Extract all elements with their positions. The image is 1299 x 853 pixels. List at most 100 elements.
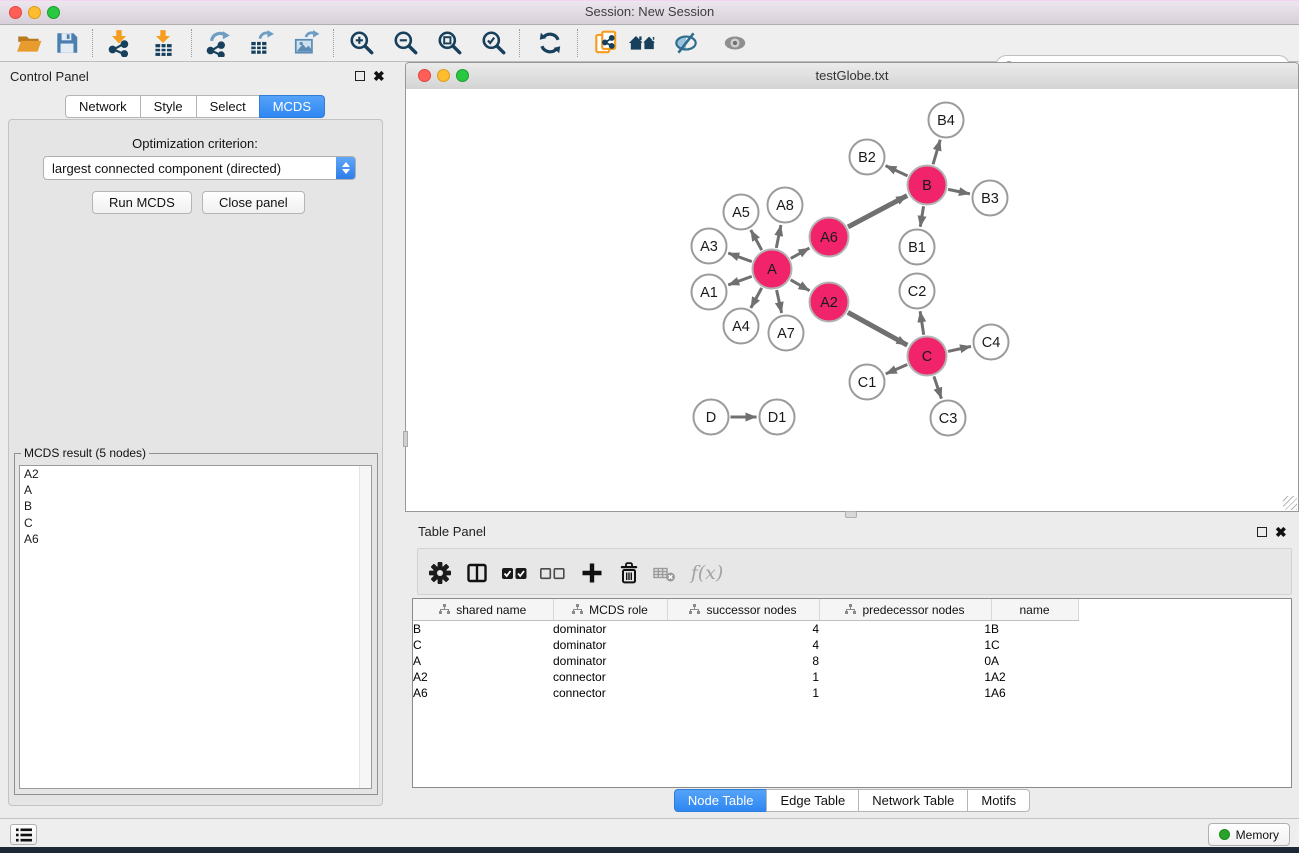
import-table-icon[interactable] bbox=[148, 28, 178, 58]
network-edge[interactable] bbox=[777, 290, 782, 313]
network-node-c4[interactable]: C4 bbox=[974, 325, 1009, 360]
table-row[interactable]: Bdominator41B bbox=[413, 621, 1291, 638]
mcds-result-item[interactable]: C bbox=[20, 515, 371, 531]
network-node-a3[interactable]: A3 bbox=[692, 229, 727, 264]
column-layout-icon[interactable] bbox=[463, 559, 491, 587]
home-icon[interactable] bbox=[628, 28, 658, 58]
network-node-b1[interactable]: B1 bbox=[900, 230, 935, 265]
duplicate-network-icon[interactable] bbox=[591, 28, 621, 58]
tab-style[interactable]: Style bbox=[140, 95, 197, 118]
network-node-a6[interactable]: A6 bbox=[810, 218, 849, 257]
mcds-result-item[interactable]: B bbox=[20, 498, 371, 514]
hide-selected-icon[interactable] bbox=[671, 28, 701, 58]
memory-button[interactable]: Memory bbox=[1208, 823, 1290, 846]
network-node-c3[interactable]: C3 bbox=[931, 401, 966, 436]
close-panel-button[interactable]: Close panel bbox=[202, 191, 305, 214]
add-column-icon[interactable] bbox=[578, 559, 606, 587]
settings-gear-icon[interactable] bbox=[426, 559, 454, 587]
network-node-d1[interactable]: D1 bbox=[760, 400, 795, 435]
export-table-icon[interactable] bbox=[246, 28, 276, 58]
mcds-result-item[interactable]: A bbox=[20, 482, 371, 498]
zoom-in-icon[interactable] bbox=[347, 28, 377, 58]
refresh-icon[interactable] bbox=[535, 28, 565, 58]
column-header-name[interactable]: name bbox=[991, 599, 1078, 621]
tab-node-table[interactable]: Node Table bbox=[674, 789, 768, 812]
task-history-button[interactable] bbox=[10, 824, 37, 845]
select-all-icon[interactable] bbox=[501, 559, 529, 587]
network-node-a5[interactable]: A5 bbox=[724, 195, 759, 230]
table-row[interactable]: Adominator80A bbox=[413, 653, 1291, 669]
zoom-out-icon[interactable] bbox=[391, 28, 421, 58]
close-table-panel-icon[interactable]: ✖ bbox=[1275, 527, 1287, 537]
network-edge[interactable] bbox=[886, 365, 907, 374]
float-table-panel-icon[interactable] bbox=[1257, 527, 1267, 537]
tab-select[interactable]: Select bbox=[196, 95, 260, 118]
mcds-result-item[interactable]: A2 bbox=[20, 466, 371, 482]
resize-grip-icon[interactable] bbox=[1283, 496, 1297, 510]
export-image-icon[interactable] bbox=[291, 28, 321, 58]
tab-network[interactable]: Network bbox=[65, 95, 141, 118]
show-all-icon[interactable] bbox=[720, 28, 750, 58]
scrollbar-track[interactable] bbox=[359, 466, 371, 788]
export-network-icon[interactable] bbox=[203, 28, 233, 58]
tab-network-table[interactable]: Network Table bbox=[858, 789, 968, 812]
network-edge[interactable] bbox=[848, 312, 907, 345]
zoom-fit-icon[interactable] bbox=[435, 28, 465, 58]
network-node-a1[interactable]: A1 bbox=[692, 275, 727, 310]
deselect-all-icon[interactable] bbox=[539, 559, 567, 587]
run-mcds-button[interactable]: Run MCDS bbox=[92, 191, 192, 214]
network-edge[interactable] bbox=[791, 248, 810, 258]
network-edge[interactable] bbox=[886, 166, 908, 176]
mcds-result-list[interactable]: A2ABCA6 bbox=[19, 465, 372, 789]
delete-icon[interactable] bbox=[615, 559, 643, 587]
open-session-icon[interactable] bbox=[14, 28, 44, 58]
tab-edge-table[interactable]: Edge Table bbox=[766, 789, 859, 812]
network-node-b3[interactable]: B3 bbox=[973, 181, 1008, 216]
network-edge[interactable] bbox=[934, 376, 942, 398]
network-node-b[interactable]: B bbox=[908, 166, 947, 205]
network-node-a[interactable]: A bbox=[753, 250, 792, 289]
network-window-titlebar[interactable]: testGlobe.txt bbox=[406, 63, 1298, 90]
delete-table-icon[interactable] bbox=[650, 559, 678, 587]
network-edge[interactable] bbox=[728, 253, 752, 262]
network-edge[interactable] bbox=[948, 346, 971, 351]
tab-motifs[interactable]: Motifs bbox=[967, 789, 1030, 812]
table-row[interactable]: A6connector11A6 bbox=[413, 685, 1291, 701]
column-header-successor-nodes[interactable]: successor nodes bbox=[667, 599, 819, 621]
network-node-c2[interactable]: C2 bbox=[900, 274, 935, 309]
network-edge[interactable] bbox=[751, 288, 762, 308]
network-node-c[interactable]: C bbox=[908, 337, 947, 376]
network-edge[interactable] bbox=[751, 230, 762, 250]
network-edge[interactable] bbox=[728, 276, 752, 285]
column-header-shared-name[interactable]: shared name bbox=[413, 599, 553, 621]
network-node-b2[interactable]: B2 bbox=[850, 140, 885, 175]
network-edge[interactable] bbox=[933, 140, 940, 165]
network-edge[interactable] bbox=[948, 189, 970, 194]
zoom-selected-icon[interactable] bbox=[479, 28, 509, 58]
column-header-mcds-role[interactable]: MCDS role bbox=[553, 599, 667, 621]
table-row[interactable]: A2connector11A2 bbox=[413, 669, 1291, 685]
mcds-result-item[interactable]: A6 bbox=[20, 531, 371, 547]
float-panel-icon[interactable] bbox=[355, 71, 365, 81]
close-panel-icon[interactable]: ✖ bbox=[373, 71, 385, 81]
optimization-criterion-select[interactable]: largest connected component (directed) bbox=[43, 156, 356, 180]
table-row[interactable]: Cdominator41C bbox=[413, 637, 1291, 653]
network-node-c1[interactable]: C1 bbox=[850, 365, 885, 400]
column-header-predecessor-nodes[interactable]: predecessor nodes bbox=[819, 599, 991, 621]
network-edge[interactable] bbox=[791, 280, 810, 291]
network-node-a4[interactable]: A4 bbox=[724, 309, 759, 344]
function-builder-icon[interactable]: f(x) bbox=[688, 559, 726, 587]
network-node-d[interactable]: D bbox=[694, 400, 729, 435]
network-node-a2[interactable]: A2 bbox=[810, 283, 849, 322]
network-edge[interactable] bbox=[848, 196, 907, 227]
tab-mcds[interactable]: MCDS bbox=[259, 95, 325, 118]
network-node-a8[interactable]: A8 bbox=[768, 188, 803, 223]
splitter-handle[interactable] bbox=[403, 431, 408, 447]
horizontal-splitter-handle[interactable] bbox=[845, 511, 857, 518]
network-edge[interactable] bbox=[920, 206, 923, 227]
import-network-icon[interactable] bbox=[104, 28, 134, 58]
network-canvas[interactable]: AA6A2BCA5A8A3A1A4A7B4B2B3B1C2C4C1C3DD1 bbox=[406, 89, 1298, 511]
network-edge[interactable] bbox=[776, 225, 781, 248]
save-session-icon[interactable] bbox=[52, 28, 82, 58]
network-node-a7[interactable]: A7 bbox=[769, 316, 804, 351]
